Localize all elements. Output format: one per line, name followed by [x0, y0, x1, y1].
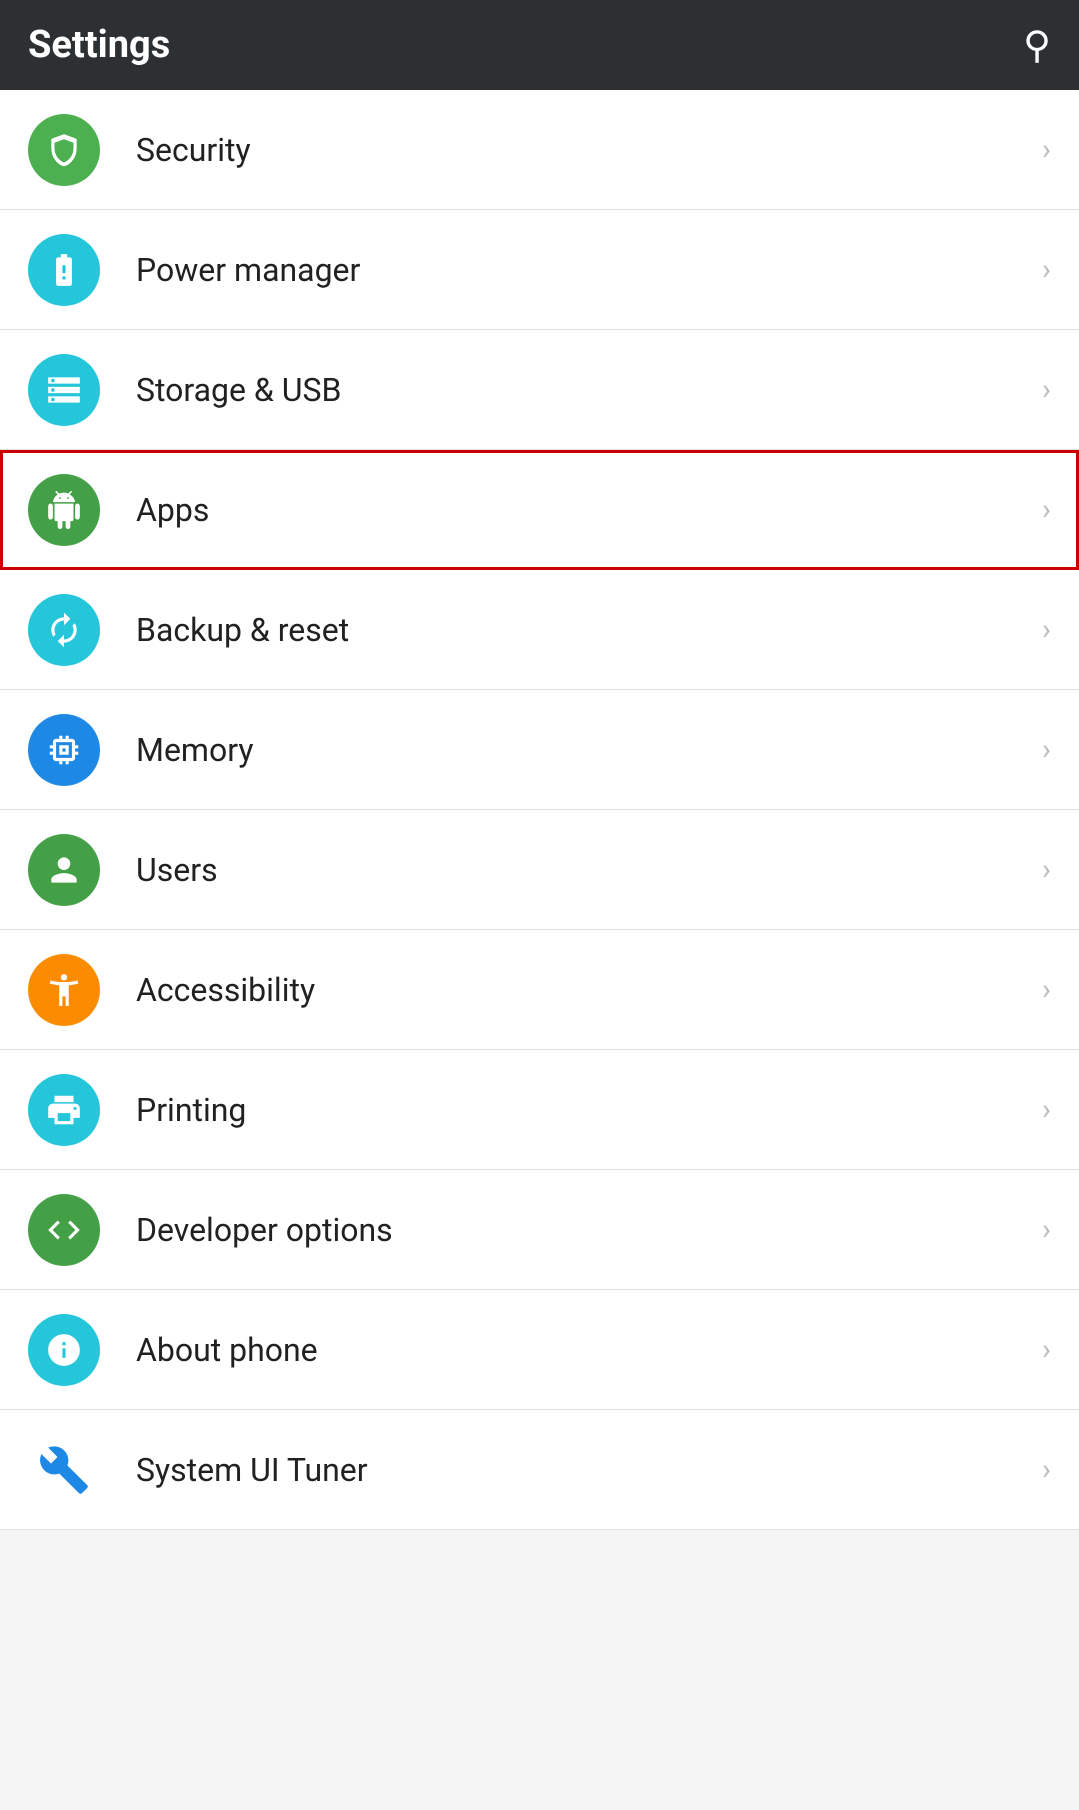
memory-icon	[45, 731, 83, 769]
accessibility-chevron: ›	[1042, 972, 1051, 1007]
printing-icon	[45, 1091, 83, 1129]
settings-item-apps[interactable]: Apps ›	[0, 450, 1079, 570]
about-phone-chevron: ›	[1042, 1332, 1051, 1367]
system-ui-tuner-label: System UI Tuner	[136, 1451, 1032, 1489]
settings-item-accessibility[interactable]: Accessibility ›	[0, 930, 1079, 1050]
about-icon	[45, 1331, 83, 1369]
security-label: Security	[136, 131, 1032, 169]
memory-label: Memory	[136, 731, 1032, 769]
memory-chevron: ›	[1042, 732, 1051, 767]
apps-label: Apps	[136, 491, 1032, 529]
storage-icon	[45, 371, 83, 409]
backup-reset-chevron: ›	[1042, 612, 1051, 647]
apps-icon	[45, 491, 83, 529]
settings-item-users[interactable]: Users ›	[0, 810, 1079, 930]
printing-label: Printing	[136, 1091, 1032, 1129]
page-title: Settings	[28, 23, 170, 67]
settings-item-printing[interactable]: Printing ›	[0, 1050, 1079, 1170]
backup-reset-label: Backup & reset	[136, 611, 1032, 649]
security-icon-circle	[28, 114, 100, 186]
developer-icon	[45, 1211, 83, 1249]
settings-list: Security › Power manager › Storage & USB…	[0, 90, 1079, 1530]
users-label: Users	[136, 851, 1032, 889]
memory-icon-circle	[28, 714, 100, 786]
accessibility-icon	[45, 971, 83, 1009]
settings-item-about-phone[interactable]: About phone ›	[0, 1290, 1079, 1410]
settings-item-backup-reset[interactable]: Backup & reset ›	[0, 570, 1079, 690]
accessibility-icon-circle	[28, 954, 100, 1026]
backup-icon-circle	[28, 594, 100, 666]
developer-options-label: Developer options	[136, 1211, 1032, 1249]
settings-item-memory[interactable]: Memory ›	[0, 690, 1079, 810]
power-icon-circle	[28, 234, 100, 306]
storage-usb-chevron: ›	[1042, 372, 1051, 407]
tuner-icon-circle	[28, 1434, 100, 1506]
system-ui-tuner-chevron: ›	[1042, 1452, 1051, 1487]
about-icon-circle	[28, 1314, 100, 1386]
settings-item-security[interactable]: Security ›	[0, 90, 1079, 210]
printing-icon-circle	[28, 1074, 100, 1146]
power-manager-chevron: ›	[1042, 252, 1051, 287]
users-chevron: ›	[1042, 852, 1051, 887]
developer-icon-circle	[28, 1194, 100, 1266]
printing-chevron: ›	[1042, 1092, 1051, 1127]
apps-icon-circle	[28, 474, 100, 546]
users-icon-circle	[28, 834, 100, 906]
power-manager-label: Power manager	[136, 251, 1032, 289]
about-phone-label: About phone	[136, 1331, 1032, 1369]
settings-item-storage-usb[interactable]: Storage & USB ›	[0, 330, 1079, 450]
settings-item-power-manager[interactable]: Power manager ›	[0, 210, 1079, 330]
storage-icon-circle	[28, 354, 100, 426]
accessibility-label: Accessibility	[136, 971, 1032, 1009]
settings-item-system-ui-tuner[interactable]: System UI Tuner ›	[0, 1410, 1079, 1530]
tuner-icon	[38, 1444, 90, 1496]
security-chevron: ›	[1042, 132, 1051, 167]
backup-icon	[45, 611, 83, 649]
apps-chevron: ›	[1042, 492, 1051, 527]
battery-icon	[45, 251, 83, 289]
developer-options-chevron: ›	[1042, 1212, 1051, 1247]
storage-usb-label: Storage & USB	[136, 371, 1032, 409]
settings-item-developer-options[interactable]: Developer options ›	[0, 1170, 1079, 1290]
users-icon	[45, 851, 83, 889]
search-icon[interactable]: ⚲	[1023, 23, 1051, 68]
shield-icon	[45, 131, 83, 169]
settings-header: Settings ⚲	[0, 0, 1079, 90]
